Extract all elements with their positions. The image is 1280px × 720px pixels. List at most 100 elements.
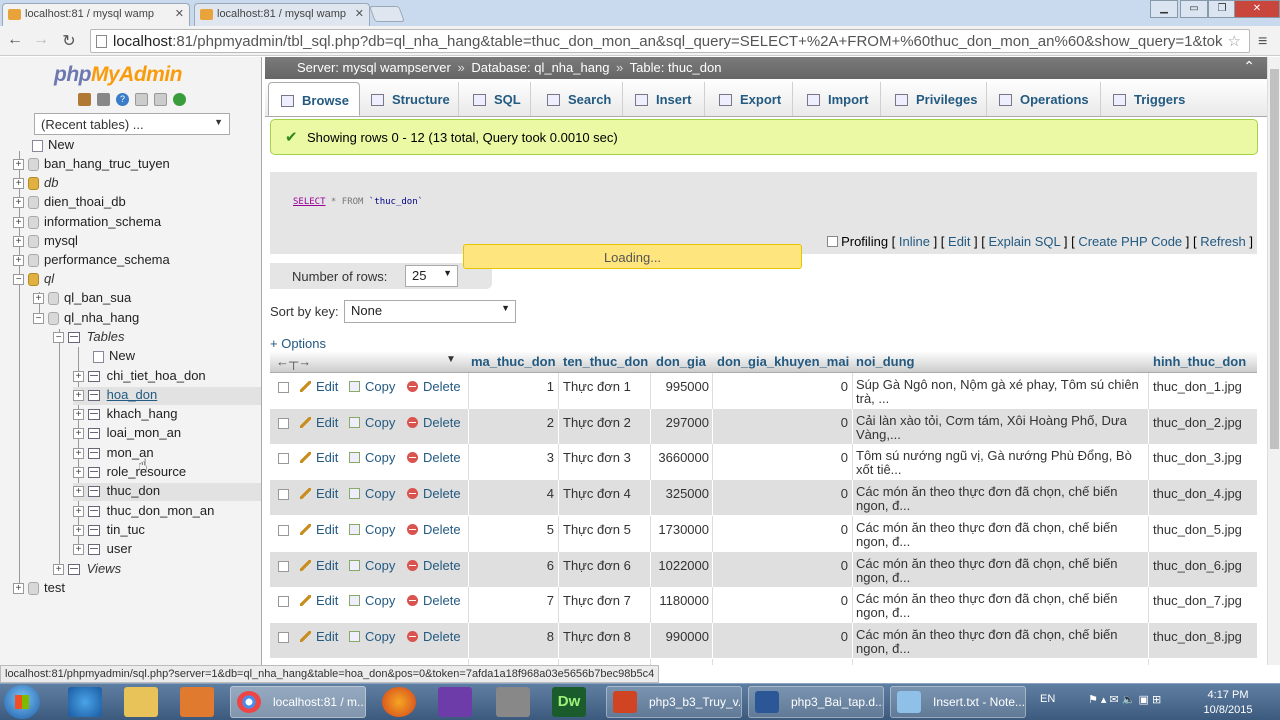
taskbar-powerpoint-button[interactable]: php3_b3_Truy_v... (606, 686, 742, 718)
cell-hinh-thuc-don[interactable]: thuc_don_4.jpg (1153, 486, 1242, 501)
expand-icon[interactable]: + (73, 506, 84, 518)
tab-import[interactable]: Import (795, 82, 881, 116)
delete-row-link[interactable]: Delete (407, 629, 461, 644)
docs-icon[interactable] (135, 93, 148, 106)
db-node-performance-schema[interactable]: + performance_schema (13, 252, 170, 270)
table-node-hoa-don[interactable]: + hoa_don (73, 387, 261, 405)
table-node-user[interactable]: + user (73, 541, 132, 559)
close-window-button[interactable]: ✕ (1234, 0, 1280, 18)
number-of-rows-select[interactable]: 25 ▼ (405, 265, 458, 287)
table-node-role-resource[interactable]: + role_resource (73, 464, 186, 482)
sql-query-text[interactable]: SELECT * FROM `thuc_don` (293, 197, 423, 207)
firefox-icon[interactable] (382, 687, 416, 717)
phpmyadmin-logo[interactable]: phpMyAdmin (54, 63, 182, 87)
copy-row-link[interactable]: Copy (349, 522, 395, 537)
tab-search[interactable]: Search (533, 82, 623, 116)
db-node-information-schema[interactable]: + information_schema (13, 214, 161, 232)
delete-row-link[interactable]: Delete (407, 450, 461, 465)
dreamweaver-icon[interactable]: Dw (552, 687, 586, 717)
column-resize-arrows-icon[interactable]: ←┬→ (276, 354, 311, 369)
cell-ma-thuc-don[interactable]: 1 (470, 379, 554, 394)
cell-hinh-thuc-don[interactable]: thuc_don_3.jpg (1153, 450, 1242, 465)
column-header-don-gia-khuyen-mai[interactable]: don_gia_khuyen_mai (717, 354, 849, 369)
media-player-icon[interactable] (180, 687, 214, 717)
cell-hinh-thuc-don[interactable]: thuc_don_8.jpg (1153, 629, 1242, 644)
tab-structure[interactable]: Structure (361, 82, 459, 116)
tab-sql[interactable]: SQL (461, 82, 531, 116)
cell-don-gia[interactable]: 1180000 (652, 593, 709, 608)
edit-row-link[interactable]: Edit (300, 379, 338, 394)
reload-icon[interactable]: ↻ (58, 31, 80, 51)
tray-icons[interactable]: ⚑ ▴ ✉ 🔈 ▣ ⊞ (1088, 693, 1161, 706)
cell-don-gia-khuyen-mai[interactable]: 0 (714, 629, 848, 644)
cell-noi-dung[interactable]: Súp Gà Ngô non, Nộm gà xé phay, Tôm sú c… (856, 378, 1141, 408)
db-node-ban-hang-truc-tuyen[interactable]: + ban_hang_truc_tuyen (13, 156, 170, 174)
reload-nav-icon[interactable] (173, 93, 186, 106)
back-arrow-icon[interactable]: ← (4, 31, 26, 49)
internet-explorer-icon[interactable] (68, 687, 102, 717)
row-checkbox[interactable] (278, 631, 289, 643)
cell-hinh-thuc-don[interactable]: thuc_don_5.jpg (1153, 522, 1242, 537)
copy-row-link[interactable]: Copy (349, 415, 395, 430)
cell-ten-thuc-don[interactable]: Thực đơn 3 (563, 450, 631, 465)
table-name[interactable]: hoa_don (107, 387, 158, 402)
tree-new-database[interactable]: New (32, 137, 74, 155)
row-checkbox[interactable] (278, 524, 289, 536)
home-icon[interactable] (78, 93, 91, 106)
expand-icon[interactable]: + (73, 409, 84, 421)
delete-row-link[interactable]: Delete (407, 558, 461, 573)
options-link[interactable]: + Options (270, 336, 326, 351)
delete-row-link[interactable]: Delete (407, 415, 461, 430)
row-checkbox[interactable] (278, 596, 289, 608)
copy-row-link[interactable]: Copy (349, 486, 395, 501)
cell-hinh-thuc-don[interactable]: thuc_don_2.jpg (1153, 415, 1242, 430)
edit-row-link[interactable]: Edit (300, 593, 338, 608)
settings-icon[interactable] (154, 93, 167, 106)
cell-ten-thuc-don[interactable]: Thực đơn 6 (563, 558, 631, 573)
url-input[interactable]: localhost:81/phpmyadmin/tbl_sql.php?db=q… (90, 29, 1250, 53)
create-php-code-link[interactable]: Create PHP Code (1078, 234, 1182, 249)
row-checkbox[interactable] (278, 560, 289, 572)
row-checkbox[interactable] (278, 489, 289, 501)
db-node-ql-ban-sua[interactable]: + ql_ban_sua (33, 290, 131, 308)
column-header-don-gia[interactable]: don_gia (656, 354, 706, 369)
page-scrollbar[interactable] (1267, 57, 1280, 665)
cell-don-gia-khuyen-mai[interactable]: 0 (714, 558, 848, 573)
copy-row-link[interactable]: Copy (349, 379, 395, 394)
cell-don-gia-khuyen-mai[interactable]: 0 (714, 486, 848, 501)
delete-row-link[interactable]: Delete (407, 486, 461, 501)
edit-row-link[interactable]: Edit (300, 522, 338, 537)
cell-hinh-thuc-don[interactable]: thuc_don_6.jpg (1153, 558, 1242, 573)
views-group[interactable]: + Views (53, 561, 121, 579)
tools-icon[interactable] (496, 687, 530, 717)
inline-link[interactable]: Inline (899, 234, 930, 249)
expand-icon[interactable]: + (73, 544, 84, 556)
cell-ten-thuc-don[interactable]: Thực đơn 7 (563, 593, 631, 608)
expand-icon[interactable]: + (13, 255, 24, 267)
cell-don-gia-khuyen-mai[interactable]: 0 (714, 379, 848, 394)
cell-don-gia[interactable]: 3660000 (652, 450, 709, 465)
taskbar-word-button[interactable]: php3_Bai_tap.d... (748, 686, 884, 718)
db-node-db[interactable]: + db (13, 175, 58, 193)
forward-arrow-icon[interactable]: → (30, 31, 52, 49)
cell-noi-dung[interactable]: Cải làn xào tỏi, Cơm tám, Xôi Hoàng Phố,… (856, 414, 1141, 444)
cell-don-gia[interactable]: 1730000 (652, 522, 709, 537)
row-checkbox[interactable] (278, 453, 289, 465)
column-header-ten-thuc-don[interactable]: ten_thuc_don (563, 354, 648, 369)
db-node-mysql[interactable]: + mysql (13, 233, 78, 251)
expand-icon[interactable]: + (73, 428, 84, 440)
table-node-tin-tuc[interactable]: + tin_tuc (73, 522, 145, 540)
refresh-link[interactable]: Refresh (1200, 234, 1246, 249)
row-checkbox[interactable] (278, 417, 289, 429)
db-node-test[interactable]: + test (13, 580, 65, 598)
column-menu-icon[interactable]: ▼ (446, 354, 456, 365)
copy-row-link[interactable]: Copy (349, 593, 395, 608)
expand-icon[interactable]: + (53, 564, 64, 576)
restore-button[interactable]: ▭ (1180, 0, 1208, 18)
cell-ten-thuc-don[interactable]: Thực đơn 8 (563, 629, 631, 644)
cell-ma-thuc-don[interactable]: 5 (470, 522, 554, 537)
close-tab-icon[interactable]: ✕ (355, 7, 364, 20)
maximize-button[interactable]: ❐ (1208, 0, 1236, 18)
minimize-button[interactable]: ▁ (1150, 0, 1178, 18)
table-new[interactable]: New (93, 348, 135, 366)
